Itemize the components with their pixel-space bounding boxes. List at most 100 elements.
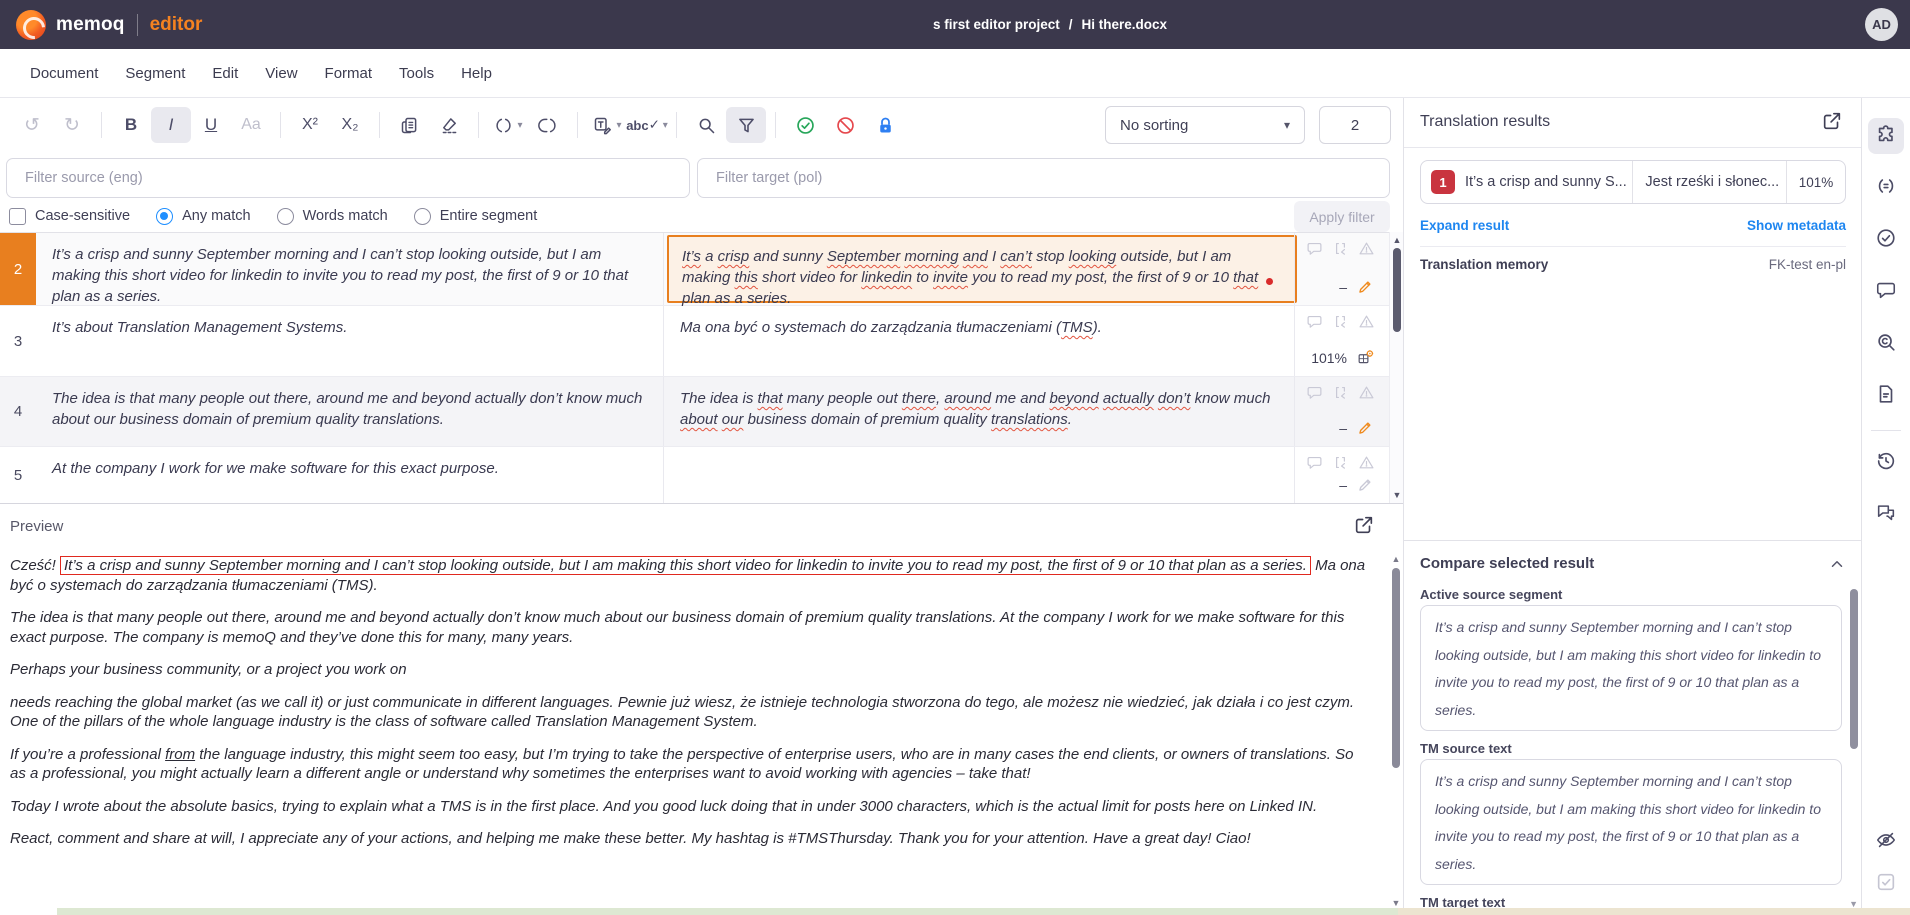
menu-tools[interactable]: Tools [399, 65, 434, 82]
memoq-editor-window: memoq editor s first editor project / Hi… [0, 0, 1910, 915]
eye-off-icon [1875, 829, 1897, 856]
target-cell[interactable]: Ma ona być o systemach do zarządzania tł… [664, 306, 1294, 376]
redo-button[interactable]: ↻ [52, 107, 92, 143]
radio-icon[interactable] [277, 208, 294, 225]
menu-edit[interactable]: Edit [212, 65, 238, 82]
grid-scrollbar[interactable]: ▲ ▼ [1389, 232, 1403, 503]
target-cell[interactable]: The idea is that many people out there, … [664, 377, 1294, 446]
reject-segment-button[interactable] [825, 107, 865, 143]
menu-segment[interactable]: Segment [125, 65, 185, 82]
preview-paragraph: The idea is that many people out there, … [10, 608, 1368, 647]
rail-item-link-brackets[interactable] [1868, 170, 1904, 206]
table-row: 4 The idea is that many people out there… [0, 377, 1403, 447]
rail-item-puzzle[interactable] [1868, 118, 1904, 154]
rail-item-concordance[interactable] [1868, 326, 1904, 362]
comment-icon[interactable] [1306, 240, 1323, 257]
comment-icon[interactable] [1306, 313, 1323, 330]
breadcrumb-project[interactable]: s first editor project [933, 17, 1060, 32]
filter-button[interactable] [726, 107, 766, 143]
open-preview-window-icon[interactable] [1353, 514, 1377, 538]
toolbar-divider [676, 112, 677, 138]
rail-item-qa-check[interactable] [1868, 222, 1904, 258]
avatar[interactable]: AD [1865, 8, 1898, 41]
apply-filter-button[interactable]: Apply filter [1294, 201, 1390, 232]
breadcrumb-file[interactable]: Hi there.docx [1082, 17, 1168, 32]
scroll-up-icon[interactable]: ▲ [1389, 554, 1403, 564]
entire-segment-radio[interactable]: Entire segment [414, 208, 538, 225]
menu-view[interactable]: View [265, 65, 297, 82]
target-cell[interactable]: It’s a crisp and sunny September morning… [667, 235, 1297, 303]
checkbox-icon[interactable] [9, 208, 26, 225]
superscript-button[interactable]: X² [290, 107, 330, 143]
show-metadata-link[interactable]: Show metadata [1747, 218, 1846, 233]
open-results-window-icon[interactable] [1821, 110, 1845, 134]
words-match-radio[interactable]: Words match [277, 208, 388, 225]
match-rate: – [1339, 279, 1347, 295]
warning-icon [1358, 313, 1375, 330]
split-join-icon[interactable] [1332, 454, 1349, 471]
misspelled-word: there [902, 390, 936, 407]
expand-result-link[interactable]: Expand result [1420, 218, 1509, 233]
target-cell[interactable] [664, 447, 1294, 503]
collapse-section-icon[interactable] [1828, 555, 1846, 573]
rail-item-history[interactable] [1868, 445, 1904, 481]
radio-selected-icon[interactable] [156, 208, 173, 225]
split-join-icon[interactable] [1332, 384, 1349, 401]
subscript-button[interactable]: X₂ [330, 107, 370, 143]
edit-source-button[interactable]: ▾ [587, 107, 627, 143]
comment-icon[interactable] [1306, 454, 1323, 471]
misspelled-word: series [747, 290, 787, 307]
menu-format[interactable]: Format [325, 65, 373, 82]
preview-scrollbar[interactable]: ▲ ▼ [1389, 504, 1403, 915]
rail-item-comment[interactable] [1868, 274, 1904, 310]
search-button[interactable] [686, 107, 726, 143]
rail-item-checkbox[interactable] [1868, 866, 1904, 902]
filter-source-input[interactable] [6, 158, 690, 198]
change-case-button[interactable]: Aa [231, 107, 271, 143]
menu-document[interactable]: Document [30, 65, 98, 82]
segment-number[interactable]: 2 [0, 233, 36, 305]
results-title: Translation results [1420, 113, 1550, 131]
misspelled-word: our [722, 411, 744, 428]
rail-item-chat[interactable] [1868, 497, 1904, 533]
scroll-down-icon[interactable]: ▼ [1389, 898, 1403, 908]
sorting-select[interactable]: No sorting ▾ [1105, 106, 1305, 144]
italic-button[interactable]: I [151, 107, 191, 143]
gear-icon[interactable] [1356, 348, 1375, 367]
scrollbar-thumb[interactable] [1393, 248, 1401, 332]
lock-segment-button[interactable] [865, 107, 905, 143]
spellcheck-button[interactable]: abc✓ ▾ [627, 107, 667, 143]
confirm-segment-button[interactable] [785, 107, 825, 143]
filter-target-input[interactable] [697, 158, 1390, 198]
source-cell[interactable]: At the company I work for we make softwa… [36, 447, 664, 503]
scroll-up-icon[interactable]: ▲ [1390, 235, 1404, 245]
rail-item-eye-off[interactable] [1868, 824, 1904, 860]
comment-icon[interactable] [1306, 384, 1323, 401]
radio-icon[interactable] [414, 208, 431, 225]
scrollbar-thumb[interactable] [1850, 589, 1858, 749]
translation-result-item[interactable]: 1 It’s a crisp and sunny S... Jest rześk… [1420, 160, 1846, 204]
segment-number[interactable]: 3 [0, 306, 36, 376]
bold-button[interactable]: B [111, 107, 151, 143]
menu-help[interactable]: Help [461, 65, 492, 82]
insert-all-tags-button[interactable] [528, 107, 568, 143]
segment-number[interactable]: 5 [0, 447, 36, 503]
case-sensitive-checkbox[interactable]: Case-sensitive [9, 208, 130, 225]
misspelled-word: actually [1103, 390, 1154, 407]
rail-item-document[interactable] [1868, 378, 1904, 414]
insert-tag-button[interactable]: ▾ [488, 107, 528, 143]
any-match-radio[interactable]: Any match [156, 208, 251, 225]
split-join-icon[interactable] [1332, 240, 1349, 257]
segment-number-box[interactable]: 2 [1319, 106, 1391, 144]
clear-formatting-button[interactable] [429, 107, 469, 143]
segment-number[interactable]: 4 [0, 377, 36, 446]
split-join-icon[interactable] [1332, 313, 1349, 330]
undo-button[interactable]: ↺ [12, 107, 52, 143]
copy-source-button[interactable] [389, 107, 429, 143]
source-cell[interactable]: The idea is that many people out there, … [36, 377, 664, 446]
scroll-down-icon[interactable]: ▼ [1390, 490, 1404, 500]
underline-button[interactable]: U [191, 107, 231, 143]
source-cell[interactable]: It’s a crisp and sunny September morning… [36, 233, 664, 305]
source-cell[interactable]: It’s about Translation Management System… [36, 306, 664, 376]
scrollbar-thumb[interactable] [1392, 568, 1400, 768]
